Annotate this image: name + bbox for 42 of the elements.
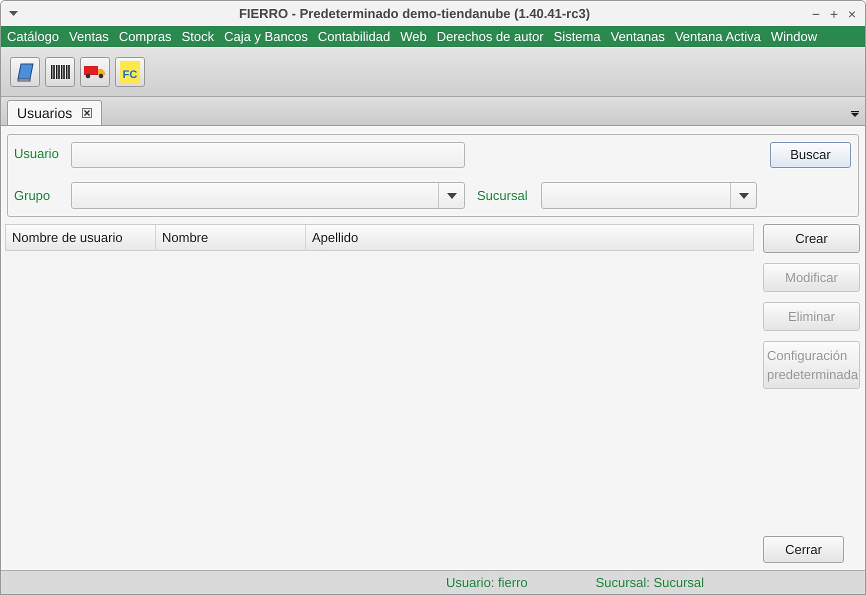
- book-icon: [15, 62, 35, 82]
- menu-item[interactable]: Catálogo: [7, 26, 60, 46]
- toolbar-button[interactable]: [45, 56, 75, 86]
- truck-icon: [84, 64, 106, 78]
- barcode-icon: [50, 64, 70, 80]
- menu-item[interactable]: Web: [400, 26, 427, 46]
- grupo-label: Grupo: [14, 186, 52, 205]
- menu-item[interactable]: Contabilidad: [318, 26, 390, 46]
- sucursal-label: Sucursal: [477, 186, 529, 205]
- menu-item[interactable]: Ventana Activa: [674, 26, 761, 46]
- status-text: Sucursal: Sucursal: [596, 574, 704, 592]
- menu-item[interactable]: Stock: [182, 26, 214, 46]
- invoice-icon: FC: [120, 60, 140, 82]
- menu-item[interactable]: Caja y Bancos: [224, 26, 308, 46]
- menu-item[interactable]: Sistema: [554, 26, 601, 46]
- window-control[interactable]: +: [829, 6, 839, 20]
- tab-list-icon[interactable]: [851, 111, 859, 117]
- usuario-label: Usuario: [14, 145, 60, 163]
- toolbar-button[interactable]: FC: [115, 56, 145, 86]
- dropdown-arrow-icon: [738, 192, 748, 198]
- menu-item[interactable]: Derechos de autor: [436, 26, 544, 46]
- dropdown-arrow-icon: [446, 192, 456, 198]
- status-text: Usuario: fierro: [446, 574, 528, 592]
- tab[interactable]: Usuarios: [7, 100, 102, 125]
- column-header[interactable]: Nombre: [156, 225, 306, 250]
- column-header[interactable]: Apellido: [306, 225, 753, 250]
- usuario-field[interactable]: [71, 142, 465, 168]
- close-icon[interactable]: [82, 108, 92, 118]
- window-control[interactable]: −: [811, 6, 821, 20]
- menu-item[interactable]: Ventas: [69, 26, 109, 46]
- window-title: FIERRO - Predeterminado demo-tiendanube (1.40.41-rc3): [238, 4, 592, 23]
- search-button[interactable]: Buscar: [770, 142, 851, 168]
- menu-item[interactable]: Ventanas: [610, 26, 665, 46]
- toolbar-button[interactable]: [80, 56, 110, 86]
- close-button[interactable]: Cerrar: [763, 536, 844, 563]
- action-button[interactable]: Crear: [763, 224, 860, 253]
- toolbar-button[interactable]: [10, 56, 40, 86]
- column-header[interactable]: Nombre de usuario: [6, 225, 156, 250]
- window-control[interactable]: ×: [847, 6, 857, 20]
- window-menu-icon[interactable]: [9, 11, 18, 16]
- menu-item[interactable]: Window: [770, 26, 818, 46]
- menu-item[interactable]: Compras: [118, 26, 172, 46]
